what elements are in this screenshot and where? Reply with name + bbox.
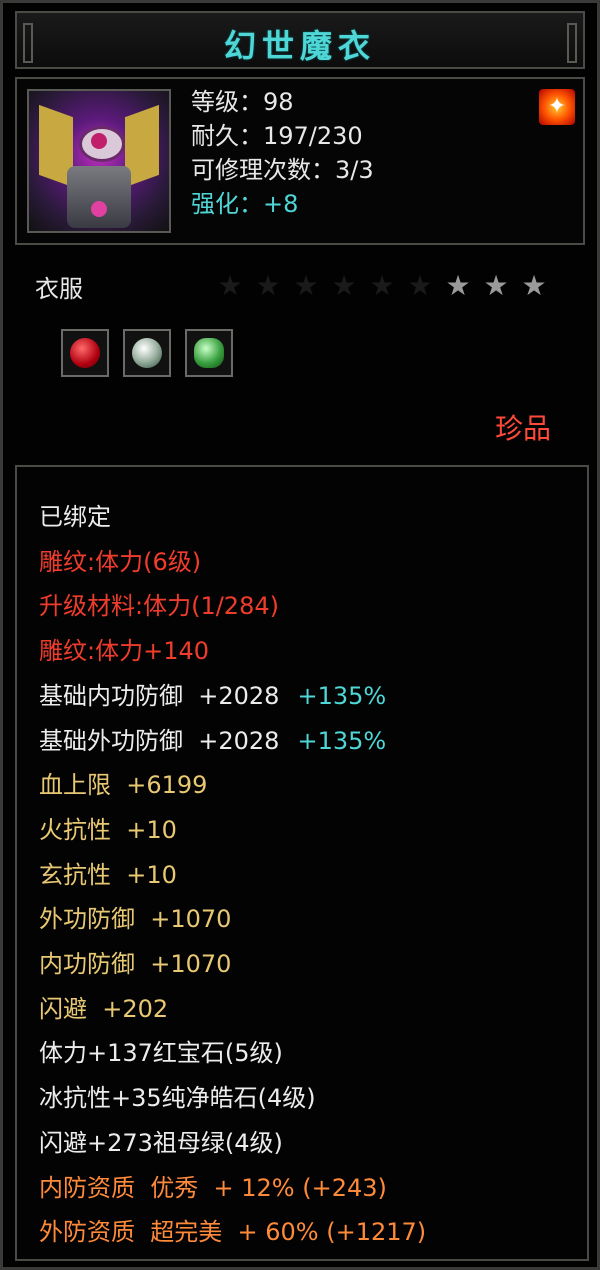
attribute-text: 外防资质 超完美 + 60% (+1217) (39, 1218, 427, 1247)
item-enhance: 强化：+8 (191, 190, 299, 218)
item-level: 等级：98 (191, 88, 294, 116)
armor-portrait-icon (27, 89, 171, 233)
attribute-line: 内功防御 +1070 (39, 942, 426, 987)
star-filled-icon: ★ (483, 269, 509, 302)
attribute-text: 火抗性 +10 (39, 815, 177, 844)
attribute-text: 基础外功防御 +2028 (39, 726, 280, 755)
attribute-line: 火抗性 +10 (39, 808, 426, 853)
gem-sockets (61, 329, 233, 377)
attribute-line: 基础外功防御 +2028 +135% (39, 719, 426, 764)
star-empty-icon: ★ (255, 269, 281, 302)
item-rarity: 珍品 (494, 412, 551, 445)
attribute-text: 血上限 +6199 (39, 771, 208, 800)
attribute-line: 外功防御 +1070 (39, 897, 426, 942)
attribute-text: 冰抗性+35纯净皓石(4级) (39, 1084, 316, 1113)
attribute-text: 闪避 +202 (39, 994, 169, 1023)
attribute-text: 基础内功防御 +2028 (39, 681, 280, 710)
attribute-line: 玄抗性 +10 (39, 853, 426, 898)
star-filled-icon: ★ (445, 269, 471, 302)
title-bar: 幻世魔衣 (15, 11, 585, 69)
attribute-line: 雕纹:体力+140 (39, 629, 426, 674)
item-repairs: 可修理次数：3/3 (191, 156, 374, 184)
attribute-text: 外功防御 +1070 (39, 905, 232, 934)
attribute-panel: 已绑定雕纹:体力(6级) 升级材料:体力(1/284) 雕纹:体力+140 基础内功防… (15, 465, 589, 1261)
star-empty-icon: ★ (331, 269, 357, 302)
star-rating: ★ ★ ★ ★ ★ ★ ★ ★ ★ (215, 269, 549, 303)
item-name: 幻世魔衣 (223, 27, 376, 65)
item-category: 衣服 (35, 275, 83, 303)
attribute-text: 已绑定 (39, 503, 111, 531)
attribute-text: 体力+137红宝石(5级) (39, 1039, 283, 1068)
star-empty-icon: ★ (407, 269, 433, 302)
emerald-gem-icon[interactable] (185, 329, 233, 377)
item-tooltip: 幻世魔衣 等级：98 耐久：197/230 可修理次数：3/3 强化：+8 ✦ … (0, 0, 600, 1270)
diamond-gem-icon[interactable] (123, 329, 171, 377)
star-empty-icon: ★ (369, 269, 395, 302)
attribute-text: 内防资质 优秀 + 12% (+243) (39, 1173, 387, 1202)
attribute-line: 体力+137红宝石(5级) (39, 1031, 426, 1076)
attribute-line: 升级材料:体力(1/284) (39, 584, 426, 629)
attribute-text: 雕纹:体力(6级) (39, 547, 202, 576)
attribute-line: 已绑定 (39, 495, 426, 540)
attribute-line: 闪避 +202 (39, 987, 426, 1032)
fire-element-icon: ✦ (539, 89, 575, 125)
attribute-line: 血上限 +6199 (39, 763, 426, 808)
ruby-gem-icon[interactable] (61, 329, 109, 377)
star-filled-icon: ★ (521, 269, 547, 302)
attribute-line: 内防资质 优秀 + 12% (+243) (39, 1166, 426, 1211)
attribute-text: 升级材料:体力(1/284) (39, 592, 279, 621)
attribute-text: 内功防御 +1070 (39, 950, 232, 979)
item-header: 等级：98 耐久：197/230 可修理次数：3/3 强化：+8 ✦ (15, 77, 585, 245)
star-empty-icon: ★ (293, 269, 319, 302)
attribute-line: 闪避+273祖母绿(4级) (39, 1121, 426, 1166)
attribute-line: 外防资质 超完美 + 60% (+1217) (39, 1210, 426, 1255)
attribute-line: 冰抗性+35纯净皓石(4级) (39, 1076, 426, 1121)
attribute-line: 基础内功防御 +2028 +135% (39, 674, 426, 719)
attribute-text: 闪避+273祖母绿(4级) (39, 1128, 283, 1157)
attribute-line: 雕纹:体力(6级) (39, 540, 426, 585)
attribute-percent: +135% (297, 681, 387, 710)
item-durability: 耐久：197/230 (191, 122, 363, 150)
attribute-percent: +135% (297, 726, 387, 755)
star-empty-icon: ★ (217, 269, 243, 302)
attribute-text: 玄抗性 +10 (39, 860, 177, 889)
attribute-text: 雕纹:体力+140 (39, 637, 210, 666)
